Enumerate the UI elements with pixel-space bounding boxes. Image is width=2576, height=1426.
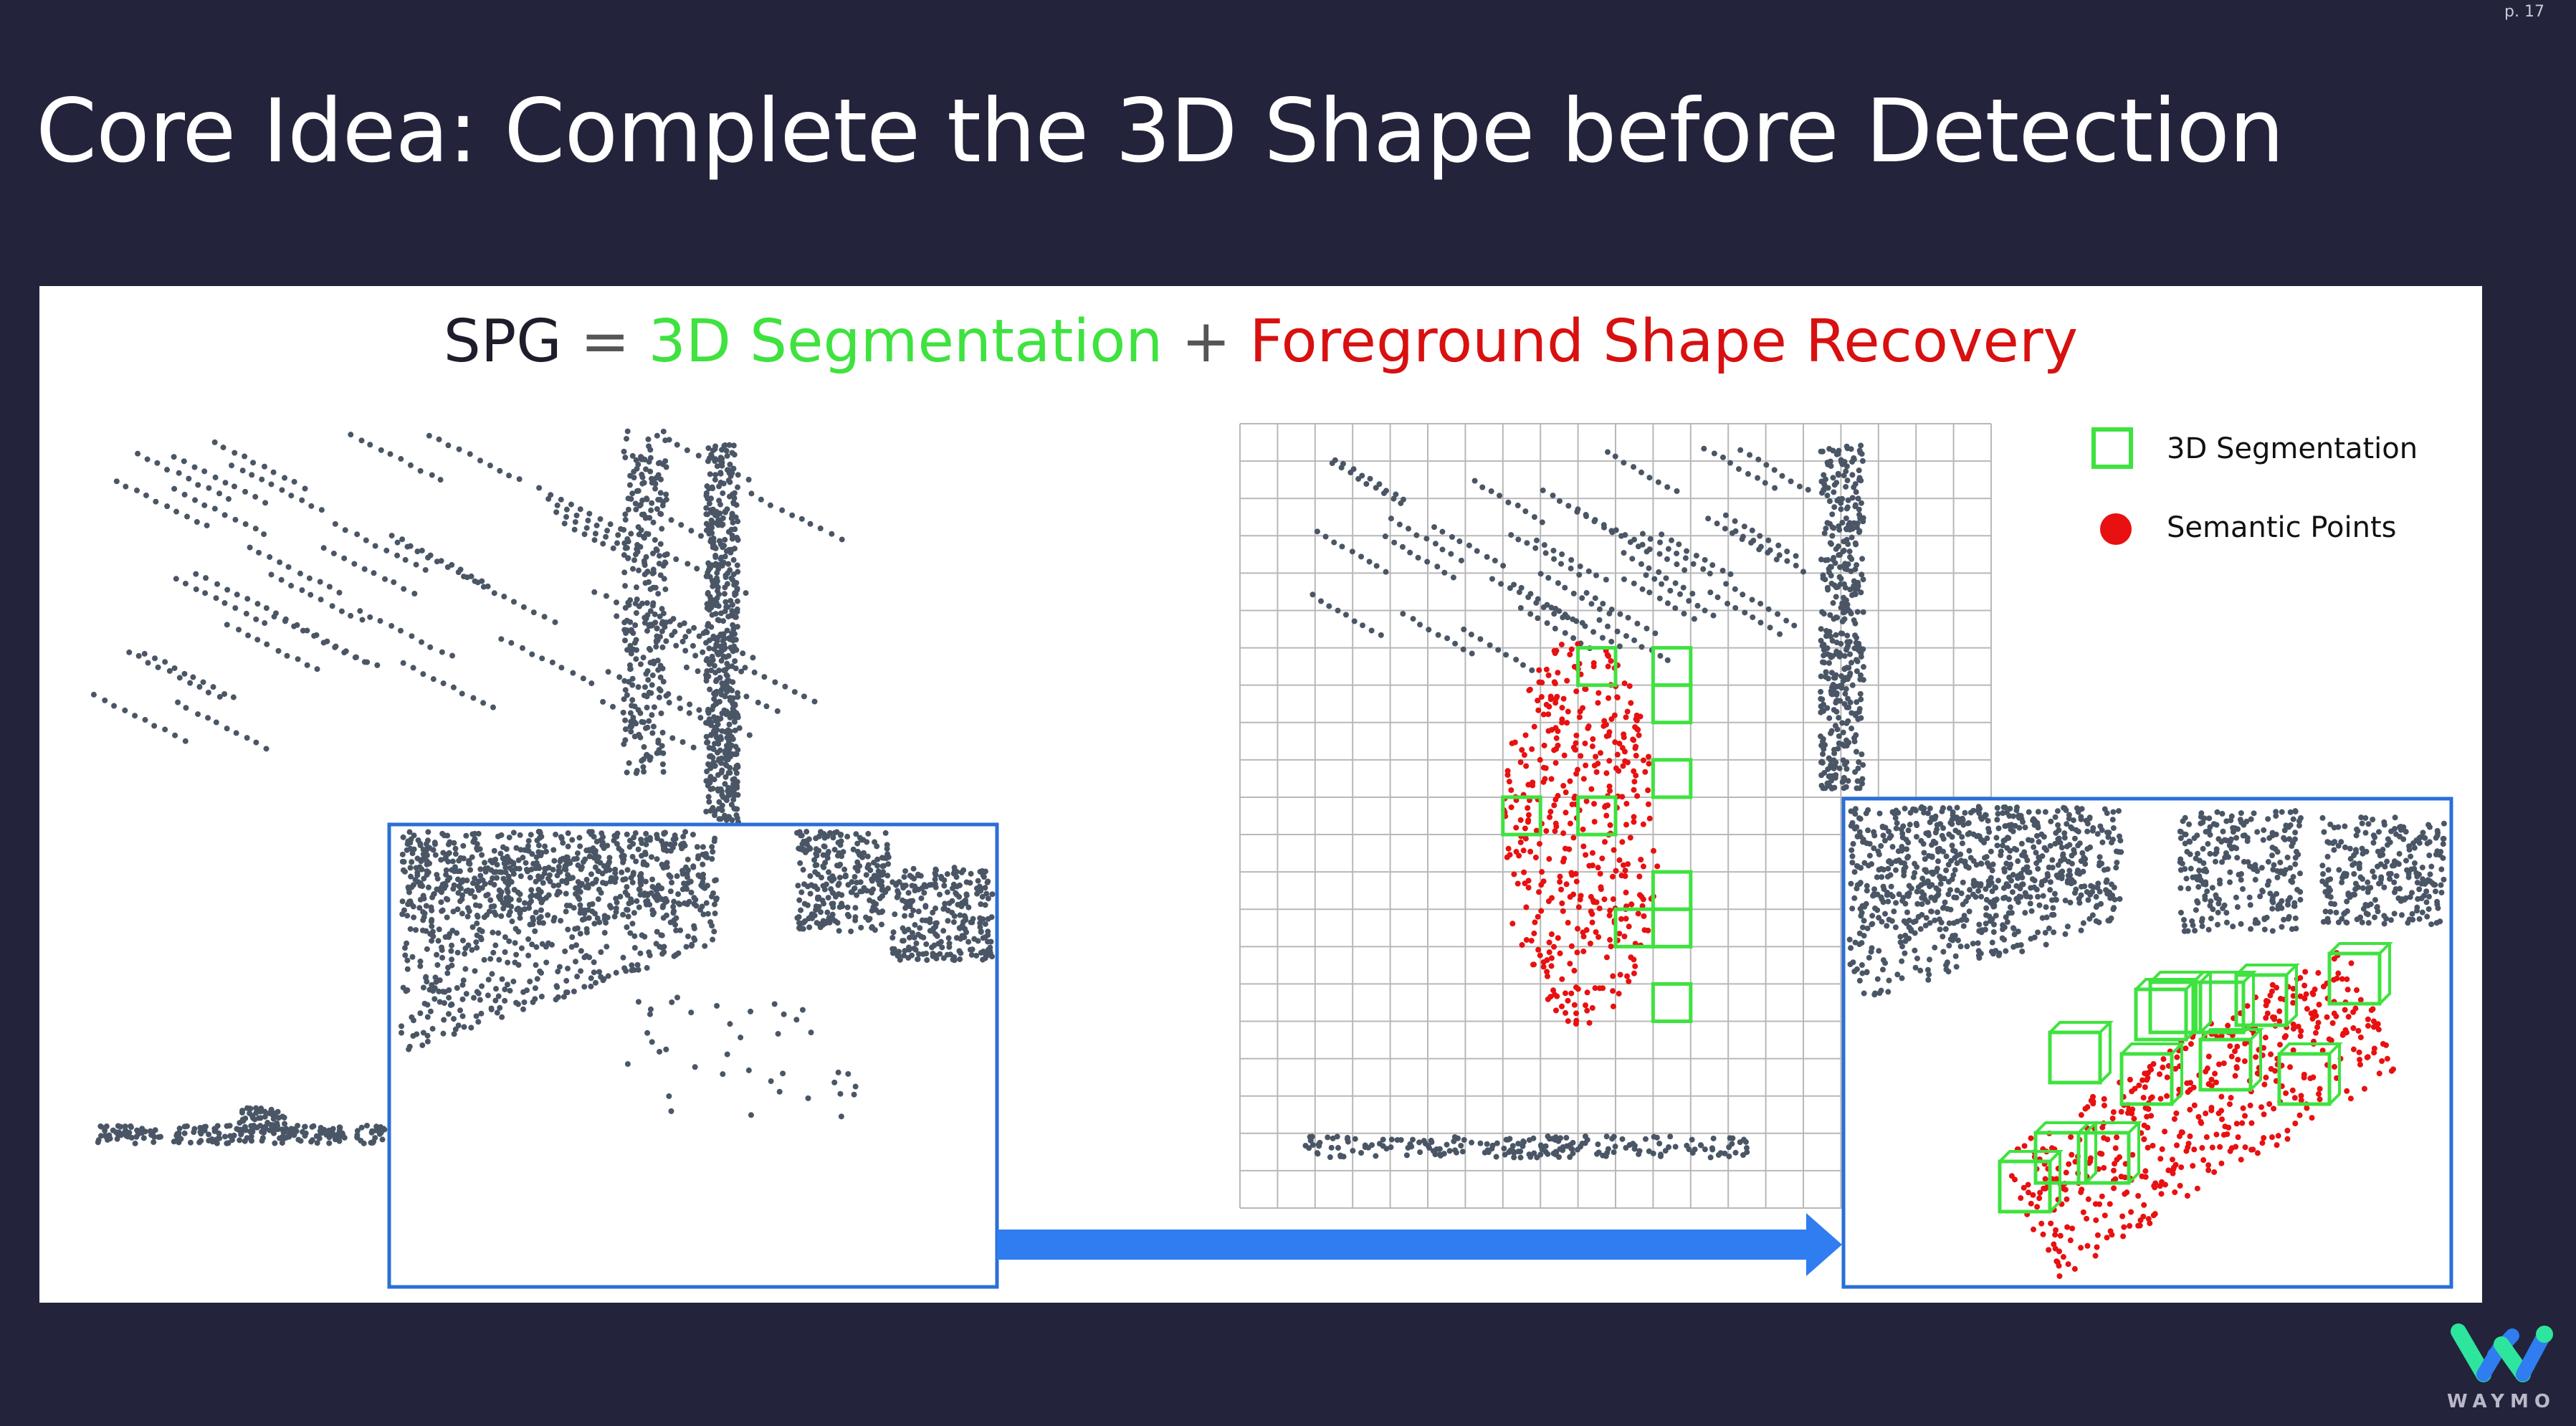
points — [1302, 1133, 1750, 1161]
point-cloud-figure — [90, 423, 2453, 1289]
segmentation-voxel — [1651, 646, 1693, 688]
legend-label-semantic: Semantic Points — [2167, 511, 2397, 544]
points — [234, 1105, 288, 1136]
waymo-logo-text: WAYMO — [2447, 1391, 2556, 1412]
arrow-head — [1806, 1213, 1842, 1276]
waymo-logo-icon — [2451, 1323, 2553, 1382]
segmentation-voxel — [1651, 907, 1693, 949]
middle-point-cloud — [1302, 442, 1866, 1161]
segmentation-voxel — [1651, 870, 1693, 911]
legend-label-segmentation: 3D Segmentation — [2167, 432, 2418, 465]
segmentation-voxel — [1651, 683, 1693, 725]
red-dot-icon — [2100, 513, 2132, 545]
green-square-icon — [2091, 427, 2133, 469]
right-inset-zoom — [1841, 797, 2453, 1289]
segmentation-voxel — [1651, 981, 1693, 1024]
points — [1818, 442, 1866, 792]
points — [1310, 445, 1811, 673]
arrow-shaft — [997, 1230, 1811, 1260]
points — [703, 442, 741, 825]
flow-arrow — [997, 1213, 1842, 1276]
left-inset-zoom — [387, 822, 999, 1289]
segmentation-voxel — [1651, 758, 1693, 799]
